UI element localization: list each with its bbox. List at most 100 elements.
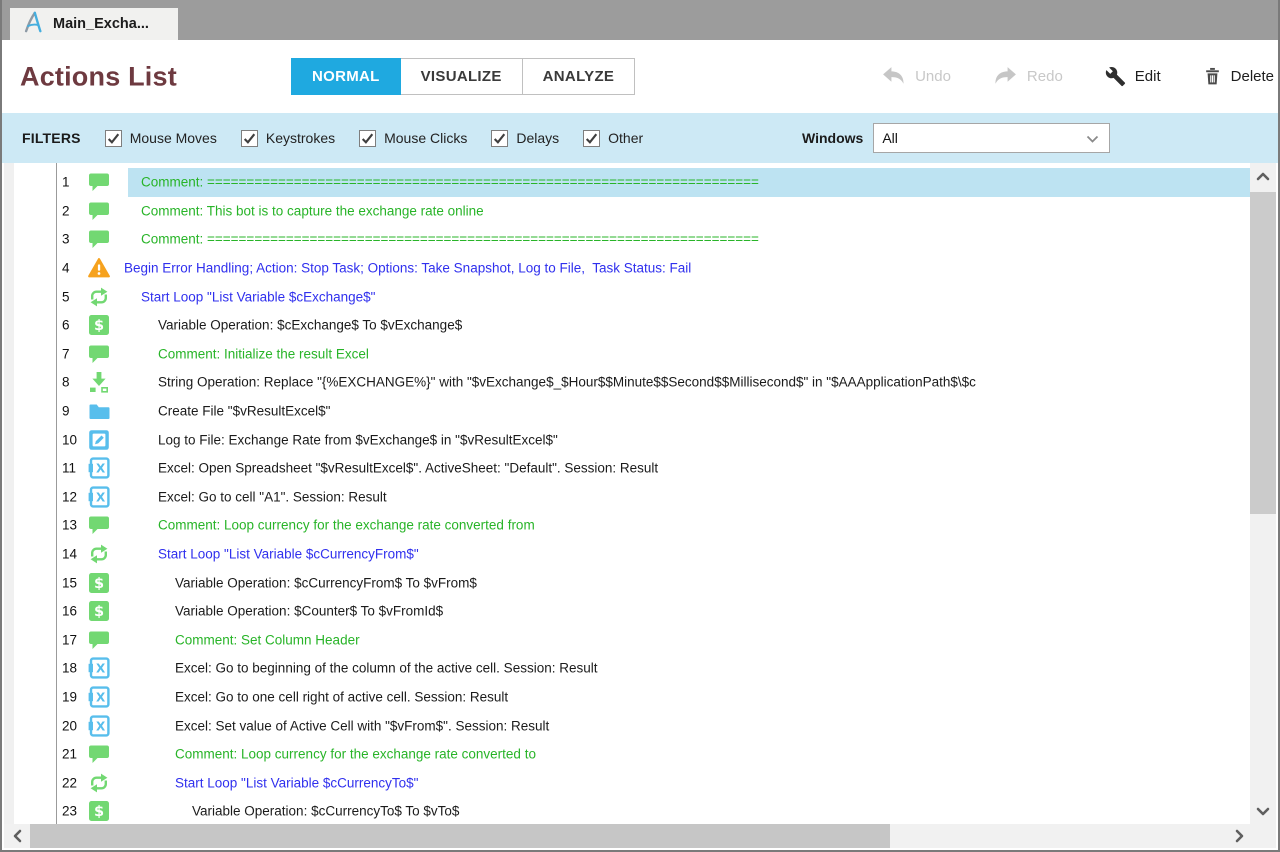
action-row-1[interactable]: 1Comment: ==============================… [4, 168, 1250, 197]
edit-button[interactable]: Edit [1105, 66, 1161, 87]
tab-strip: Main_Excha... [2, 0, 1278, 40]
comment-icon [88, 200, 110, 222]
trash-icon [1203, 66, 1222, 87]
comment-icon [88, 171, 110, 193]
action-text: Excel: Go to cell "A1". Session: Result [158, 489, 387, 504]
action-row-22[interactable]: 22Start Loop "List Variable $cCurrencyTo… [4, 768, 1250, 797]
row-number: 21 [62, 747, 77, 762]
action-text: Excel: Open Spreadsheet "$vResultExcel$"… [158, 461, 658, 476]
action-row-16[interactable]: 16$Variable Operation: $Counter$ To $vFr… [4, 597, 1250, 626]
normal-mode-button[interactable]: NORMAL [291, 58, 401, 95]
redo-button[interactable]: Redo [993, 66, 1063, 87]
row-number: 19 [62, 689, 77, 704]
action-row-10[interactable]: 10 Log to File: Exchange Rate from $vExch… [4, 425, 1250, 454]
action-text: Variable Operation: $cExchange$ To $vExc… [158, 318, 462, 333]
checkbox-icon [359, 130, 376, 147]
folder-icon [88, 400, 110, 422]
row-number: 7 [62, 346, 70, 361]
action-row-5[interactable]: 5Start Loop "List Variable $cExchange$" [4, 282, 1250, 311]
action-row-4[interactable]: 4 Begin Error Handling; Action: Stop Task… [4, 254, 1250, 283]
scroll-left-button[interactable] [4, 823, 30, 849]
action-row-18[interactable]: 18XExcel: Go to beginning of the column … [4, 654, 1250, 683]
row-number: 10 [62, 432, 77, 447]
filter-label: Mouse Clicks [384, 130, 467, 146]
action-text: Variable Operation: $cCurrencyTo$ To $vT… [192, 804, 459, 819]
variable-icon: $ [88, 572, 110, 594]
svg-text:$: $ [94, 318, 104, 334]
comment-icon [88, 228, 110, 250]
action-text: Start Loop "List Variable $cCurrencyFrom… [158, 547, 419, 562]
action-row-8[interactable]: 8 String Operation: Replace "{%EXCHANGE%}… [4, 368, 1250, 397]
filter-checkbox-mouse-moves[interactable]: Mouse Moves [105, 130, 217, 147]
undo-icon [881, 66, 906, 87]
row-number: 4 [62, 261, 70, 276]
action-row-3[interactable]: 3Comment: ==============================… [4, 225, 1250, 254]
filter-checkbox-mouse-clicks[interactable]: Mouse Clicks [359, 130, 467, 147]
filter-label: Mouse Moves [130, 130, 217, 146]
action-text: Comment: Loop currency for the exchange … [158, 518, 535, 533]
svg-text:$: $ [94, 576, 104, 592]
filters-label: FILTERS [22, 130, 81, 146]
action-text: Create File "$vResultExcel$" [158, 404, 330, 419]
action-row-11[interactable]: 11XExcel: Open Spreadsheet "$vResultExce… [4, 454, 1250, 483]
action-text: Excel: Go to beginning of the column of … [175, 661, 597, 676]
filter-label: Delays [516, 130, 559, 146]
vertical-scrollbar[interactable] [1250, 163, 1276, 824]
action-text: Comment: Initialize the result Excel [158, 346, 369, 361]
view-mode-buttons: NORMAL VISUALIZE ANALYZE [292, 58, 635, 95]
filter-checkbox-keystrokes[interactable]: Keystrokes [241, 130, 335, 147]
scroll-down-button[interactable] [1250, 798, 1276, 824]
variable-icon: $ [88, 314, 110, 336]
row-number: 20 [62, 718, 77, 733]
analyze-mode-button[interactable]: ANALYZE [522, 58, 636, 95]
filter-checkbox-other[interactable]: Other [583, 130, 643, 147]
action-row-12[interactable]: 12XExcel: Go to cell "A1". Session: Resu… [4, 483, 1250, 512]
action-text: Excel: Set value of Active Cell with "$v… [175, 718, 549, 733]
visualize-mode-button[interactable]: VISUALIZE [400, 58, 523, 95]
action-row-6[interactable]: 6$Variable Operation: $cExchange$ To $vE… [4, 311, 1250, 340]
filter-label: Other [608, 130, 643, 146]
warning-icon [88, 257, 110, 279]
action-row-9[interactable]: 9Create File "$vResultExcel$" [4, 397, 1250, 426]
chevron-down-icon [1086, 130, 1099, 146]
action-row-15[interactable]: 15$Variable Operation: $cCurrencyFrom$ T… [4, 568, 1250, 597]
scroll-up-button[interactable] [1250, 163, 1276, 189]
vertical-scrollbar-thumb[interactable] [1250, 192, 1276, 514]
filter-checkbox-delays[interactable]: Delays [491, 130, 559, 147]
comment-icon [88, 743, 110, 765]
delete-button[interactable]: Delete [1203, 66, 1274, 87]
checkbox-icon [241, 130, 258, 147]
action-row-7[interactable]: 7 Comment: Initialize the result Excel [4, 340, 1250, 369]
action-text: Comment: This bot is to capture the exch… [141, 203, 484, 218]
row-number: 16 [62, 604, 77, 619]
loop-icon [88, 772, 110, 794]
horizontal-scrollbar[interactable] [4, 824, 1276, 848]
row-number: 8 [62, 375, 70, 390]
action-row-23[interactable]: 23$Variable Operation: $cCurrencyTo$ To … [4, 797, 1250, 824]
action-text: String Operation: Replace "{%EXCHANGE%}"… [158, 375, 976, 390]
action-row-2[interactable]: 2 Comment: This bot is to capture the exc… [4, 197, 1250, 226]
action-text: Comment: Loop currency for the exchange … [175, 747, 536, 762]
action-row-20[interactable]: 20XExcel: Set value of Active Cell with … [4, 711, 1250, 740]
action-toolbar: Undo Redo Edit [881, 40, 1274, 113]
string-icon [88, 371, 110, 393]
windows-dropdown[interactable]: All [873, 123, 1110, 153]
scroll-right-button[interactable] [1226, 823, 1252, 849]
action-text: Begin Error Handling; Action: Stop Task;… [124, 261, 691, 276]
row-number: 11 [62, 461, 76, 476]
action-row-17[interactable]: 17Comment: Set Column Header [4, 626, 1250, 655]
action-row-14[interactable]: 14Start Loop "List Variable $cCurrencyFr… [4, 540, 1250, 569]
undo-button[interactable]: Undo [881, 66, 951, 87]
horizontal-scrollbar-thumb[interactable] [30, 824, 890, 848]
action-row-21[interactable]: 21 Comment: Loop currency for the exchang… [4, 740, 1250, 769]
row-number: 15 [62, 575, 77, 590]
windows-dropdown-value: All [882, 130, 898, 146]
action-row-19[interactable]: 19XExcel: Go to one cell right of active… [4, 683, 1250, 712]
row-number: 22 [62, 775, 77, 790]
action-text: Log to File: Exchange Rate from $vExchan… [158, 432, 558, 447]
action-row-13[interactable]: 13Comment: Loop currency for the exchang… [4, 511, 1250, 540]
task-tab[interactable]: Main_Excha... [10, 8, 178, 40]
variable-icon: $ [88, 600, 110, 622]
row-number: 2 [62, 203, 70, 218]
automation-anywhere-logo-icon [22, 10, 44, 39]
